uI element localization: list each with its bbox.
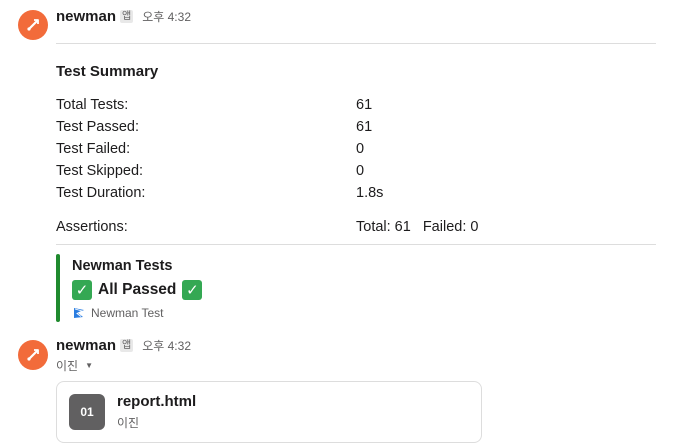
summary-row-label: Test Passed: bbox=[56, 119, 140, 135]
shared-by-toggle[interactable]: 이진 ▼ bbox=[56, 356, 93, 374]
caret-down-icon: ▼ bbox=[85, 360, 94, 370]
summary-row-value: 0 bbox=[356, 141, 365, 157]
file-attachment-card[interactable]: 01 report.html 이진 bbox=[56, 381, 482, 443]
sender-name[interactable]: newman bbox=[56, 8, 116, 25]
postman-rocket-icon bbox=[27, 349, 39, 361]
newman-tests-attachment: Newman Tests ✓ All Passed ✓ Newman Test bbox=[56, 254, 356, 322]
attachment-footer: Newman Test bbox=[72, 305, 163, 321]
message-header: newman 앱 오후 4:32 bbox=[56, 6, 191, 26]
attachment-status: ✓ All Passed ✓ bbox=[72, 278, 203, 302]
assertions-values: Total: 61 Failed: 0 bbox=[356, 217, 478, 237]
newman-avatar[interactable] bbox=[18, 340, 48, 370]
summary-row-label: Test Failed: bbox=[56, 141, 131, 157]
file-name: report.html bbox=[117, 393, 197, 410]
app-badge: 앱 bbox=[120, 9, 134, 23]
summary-title: Test Summary bbox=[56, 63, 159, 80]
assertions-total: Total: 61 bbox=[356, 219, 411, 235]
summary-row-value: 1.8s bbox=[356, 185, 384, 201]
footer-text: Newman Test bbox=[91, 306, 164, 320]
attachment-color-bar bbox=[56, 254, 60, 322]
check-mark-icon: ✓ bbox=[182, 280, 203, 300]
sender-name[interactable]: newman bbox=[56, 337, 116, 354]
summary-row-value: 61 bbox=[356, 119, 373, 135]
summary-row-label: Total Tests: bbox=[56, 97, 129, 113]
summary-row-value: 61 bbox=[356, 97, 373, 113]
file-type-icon: 01 bbox=[69, 394, 105, 430]
summary-divider-top bbox=[56, 43, 656, 44]
attachment-title: Newman Tests bbox=[72, 258, 173, 274]
summary-row-label: Test Duration: bbox=[56, 185, 146, 201]
file-owner: 이진 bbox=[117, 416, 140, 430]
postman-rocket-icon bbox=[27, 19, 39, 31]
summary-row-value: 0 bbox=[356, 163, 365, 179]
app-badge: 앱 bbox=[120, 338, 134, 352]
message-timestamp[interactable]: 오후 4:32 bbox=[142, 8, 191, 25]
message-timestamp[interactable]: 오후 4:32 bbox=[142, 337, 191, 354]
assertions-label: Assertions: bbox=[56, 219, 128, 235]
check-mark-icon: ✓ bbox=[72, 280, 92, 300]
message-header: newman 앱 오후 4:32 bbox=[56, 335, 191, 355]
newman-flag-icon bbox=[74, 308, 84, 318]
summary-divider-bottom bbox=[56, 244, 656, 245]
status-text: All Passed bbox=[98, 281, 177, 298]
assertions-failed: Failed: 0 bbox=[422, 219, 479, 235]
summary-row-label: Test Skipped: bbox=[56, 163, 144, 179]
shared-by-name: 이진 bbox=[56, 358, 79, 373]
newman-avatar[interactable] bbox=[18, 10, 48, 40]
